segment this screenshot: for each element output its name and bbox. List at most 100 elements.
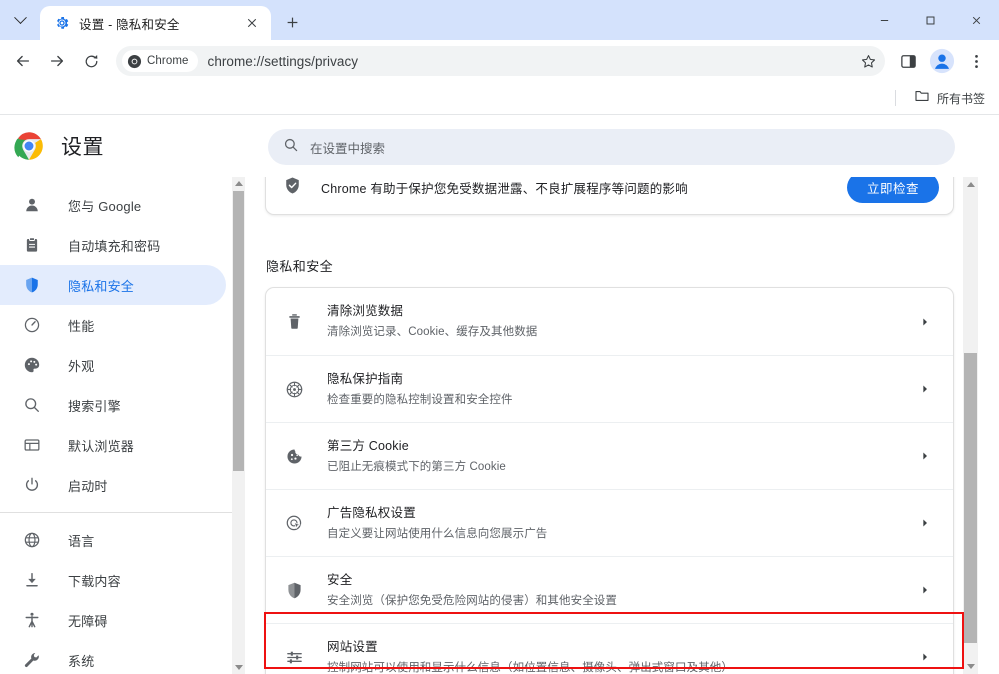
chevron-right-icon[interactable] [915,518,935,528]
settings-body: 您与 Google 自动填充和密码 隐私和安全 性能 外观 搜索引擎 默认浏览器… [0,177,999,674]
chevron-right-icon[interactable] [915,585,935,595]
star-icon[interactable] [855,48,881,74]
sidebar-divider [0,512,232,513]
page-title: 设置 [61,136,104,159]
chevron-right-icon[interactable] [915,317,935,327]
download-icon [22,570,42,590]
trash-icon [283,311,305,333]
sidebar-scrollbar-thumb[interactable] [233,191,244,471]
folder-icon [914,88,930,109]
shield-icon [22,275,42,295]
sidebar-item-you-and-google[interactable]: 您与 Google [0,185,226,225]
content-scrollbar-thumb[interactable] [964,353,977,643]
address-bar[interactable]: Chrome chrome://settings/privacy [116,46,885,76]
sidebar-item-accessibility[interactable]: 无障碍 [0,600,226,640]
settings-row-ad-privacy[interactable]: 广告隐私权设置 自定义要让网站使用什么信息向您展示广告 [266,489,953,556]
sidebar-label: 下载内容 [68,573,121,589]
sidebar-item-default-browser[interactable]: 默认浏览器 [0,425,226,465]
check-now-button[interactable]: 立即检查 [846,177,939,203]
window-controls [861,0,999,40]
row-subtitle: 清除浏览记录、Cookie、缓存及其他数据 [327,326,538,338]
profile-avatar[interactable] [925,44,959,78]
chrome-origin-chip[interactable]: Chrome [122,50,198,72]
all-bookmarks-button[interactable]: 所有书签 [908,84,991,113]
search-icon [283,137,299,158]
back-button[interactable] [6,44,40,78]
sidebar-label: 自动填充和密码 [68,238,161,254]
row-subtitle: 安全浏览（保护您免受危险网站的侵害）和其他安全设置 [327,594,617,607]
row-text-block: 网站设置 控制网站可以使用和显示什么信息（如位置信息、摄像头、弹出式窗口及其他） [327,639,915,674]
browser-tab[interactable]: 设置 - 隐私和安全 [40,6,271,40]
maximize-button[interactable] [907,0,953,40]
forward-button[interactable] [40,44,74,78]
settings-row-site-settings[interactable]: 网站设置 控制网站可以使用和显示什么信息（如位置信息、摄像头、弹出式窗口及其他） [266,623,953,674]
speedometer-icon [22,315,42,335]
sidebar-item-on-startup[interactable]: 启动时 [0,465,226,505]
bookmarks-bar: 所有书签 [0,82,999,115]
scroll-down-arrow-icon[interactable] [963,659,978,674]
tab-search-button[interactable] [0,3,40,37]
browser-toolbar: Chrome chrome://settings/privacy [0,40,999,82]
minimize-button[interactable] [861,0,907,40]
sliders-icon [283,646,305,668]
sidebar-item-performance[interactable]: 性能 [0,305,226,345]
sidebar-scrollbar[interactable] [232,177,245,674]
tab-strip: 设置 - 隐私和安全 [0,0,999,40]
reload-button[interactable] [74,44,108,78]
sidebar-item-privacy-security[interactable]: 隐私和安全 [0,265,226,305]
safety-check-text: Chrome 有助于保护您免受数据泄露、不良扩展程序等问题的影响 [321,182,688,196]
sidebar-item-autofill-passwords[interactable]: 自动填充和密码 [0,225,226,265]
sidebar-item-appearance[interactable]: 外观 [0,345,226,385]
settings-row-third-party-cookies[interactable]: 第三方 Cookie 已阻止无痕模式下的第三方 Cookie [266,422,953,489]
bookmarks-divider [894,90,896,106]
content-scrollbar[interactable] [963,177,978,674]
row-title: 安全 [327,572,353,587]
sidebar-item-search-engine[interactable]: 搜索引擎 [0,385,226,425]
settings-row-privacy-guide[interactable]: 隐私保护指南 检查重要的隐私控制设置和安全控件 [266,355,953,422]
row-title: 第三方 Cookie [327,438,409,453]
row-title: 网站设置 [327,639,378,654]
sidebar-item-system[interactable]: 系统 [0,640,226,674]
settings-page: 设置 在设置中搜索 您与 Google 自动填充和密码 隐私和安全 性能 外观 … [0,115,999,674]
sidebar-label: 无障碍 [68,613,108,629]
person-icon [22,195,42,215]
privacy-guide-icon [283,378,305,400]
settings-row-clear-browsing-data[interactable]: 清除浏览数据 清除浏览记录、Cookie、缓存及其他数据 [266,288,953,355]
chrome-icon [127,54,142,68]
scroll-up-arrow-icon[interactable] [963,177,978,192]
new-tab-button[interactable] [277,7,307,37]
clipboard-icon [22,235,42,255]
scroll-up-arrow-icon[interactable] [232,177,245,190]
sidebar-item-languages[interactable]: 语言 [0,520,226,560]
chevron-down-icon [13,10,27,24]
chrome-logo-icon [14,131,44,161]
all-bookmarks-label: 所有书签 [936,91,985,106]
three-dot-menu-button[interactable] [959,44,993,78]
close-icon[interactable] [241,12,263,34]
section-title: 隐私和安全 [266,259,334,274]
row-title: 隐私保护指南 [327,371,404,386]
gear-icon [54,15,70,31]
row-title: 清除浏览数据 [327,304,404,318]
address-bar-url: chrome://settings/privacy [207,53,359,69]
chevron-right-icon[interactable] [915,384,935,394]
row-subtitle: 控制网站可以使用和显示什么信息（如位置信息、摄像头、弹出式窗口及其他） [327,661,733,674]
close-window-button[interactable] [953,0,999,40]
shield-check-icon [283,177,302,200]
settings-sidebar: 您与 Google 自动填充和密码 隐私和安全 性能 外观 搜索引擎 默认浏览器… [0,177,232,674]
row-text-block: 第三方 Cookie 已阻止无痕模式下的第三方 Cookie [327,438,915,475]
row-title: 广告隐私权设置 [327,505,416,520]
chevron-right-icon[interactable] [915,451,935,461]
sidebar-label: 语言 [68,533,95,549]
row-subtitle: 检查重要的隐私控制设置和安全控件 [327,393,513,406]
scroll-down-arrow-icon[interactable] [232,661,245,674]
sidebar-label: 性能 [68,318,95,334]
sidebar-item-downloads[interactable]: 下载内容 [0,560,226,600]
settings-row-security[interactable]: 安全 安全浏览（保护您免受危险网站的侵害）和其他安全设置 [266,556,953,623]
settings-search-input[interactable]: 在设置中搜索 [268,129,955,165]
chevron-right-icon[interactable] [915,652,935,662]
row-text-block: 清除浏览数据 清除浏览记录、Cookie、缓存及其他数据 [327,303,915,340]
side-panel-button[interactable] [891,44,925,78]
row-text-block: 广告隐私权设置 自定义要让网站使用什么信息向您展示广告 [327,505,915,542]
safety-check-banner: Chrome 有助于保护您免受数据泄露、不良扩展程序等问题的影响 立即检查 [265,177,954,215]
